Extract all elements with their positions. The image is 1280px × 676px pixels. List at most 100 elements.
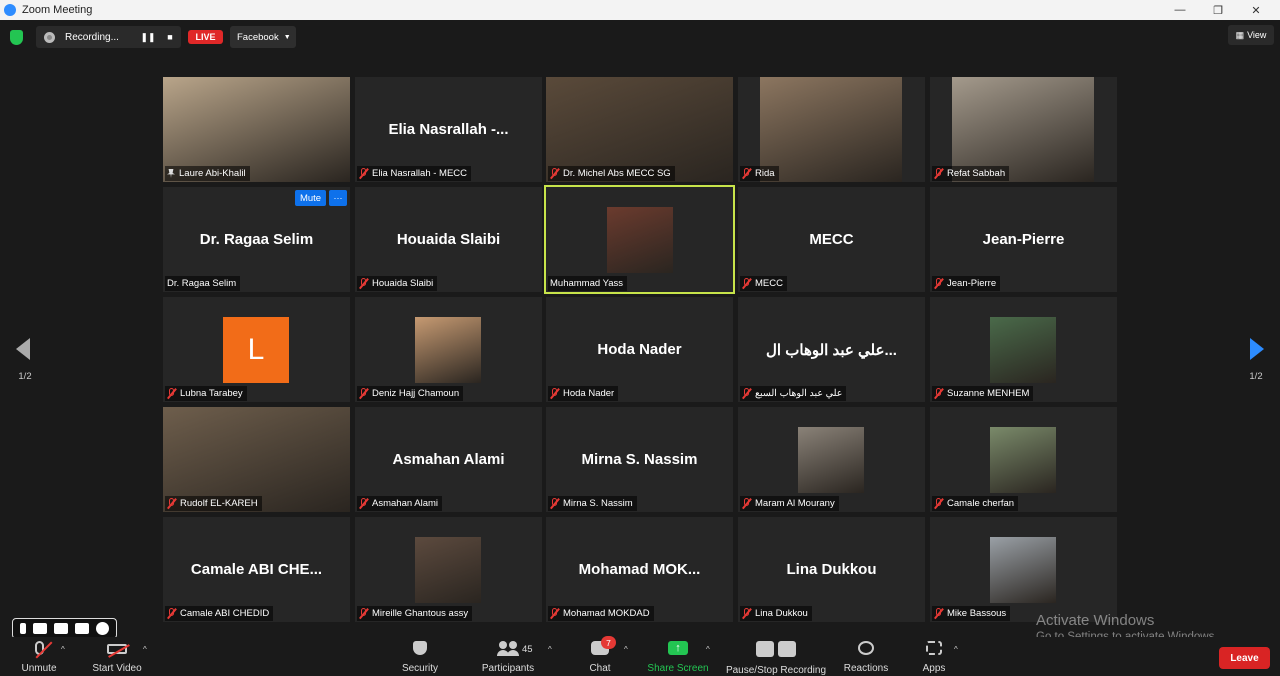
- stop-recording-icon[interactable]: ■: [163, 30, 177, 44]
- gear-icon[interactable]: [96, 622, 110, 635]
- security-shield-icon[interactable]: [10, 30, 23, 45]
- more-options-button[interactable]: ···: [329, 190, 347, 206]
- microphone-muted-icon: [359, 388, 368, 399]
- participant-name-label: Camale ABI CHEDID: [165, 606, 274, 621]
- view-button[interactable]: ▦ View: [1228, 25, 1274, 45]
- participant-video-image: [607, 207, 673, 273]
- participant-name-label: Dr. Ragaa Selim: [165, 276, 241, 291]
- participant-tile[interactable]: Mike Bassous: [930, 517, 1117, 622]
- pause-stop-recording-button[interactable]: Pause/Stop Recording: [724, 637, 828, 676]
- microphone-muted-icon: [550, 498, 559, 509]
- participant-tile[interactable]: Rida: [738, 77, 925, 182]
- chat-options-caret[interactable]: ^: [624, 645, 628, 654]
- participant-name-label: Suzanne MENHEM: [932, 386, 1034, 401]
- snapshot-camera-icon[interactable]: [32, 623, 47, 634]
- pause-recording-icon[interactable]: ❚❚: [140, 30, 155, 44]
- participant-tile[interactable]: Asmahan Alami Asmahan Alami: [355, 407, 542, 512]
- microphone-muted-icon: [934, 388, 943, 399]
- participant-name-label: Maram Al Mourany: [740, 496, 839, 511]
- participant-tile[interactable]: L Lubna Tarabey: [163, 297, 350, 402]
- participant-video-image: [990, 537, 1056, 603]
- video-icon[interactable]: [53, 623, 68, 634]
- participant-name-text: Laure Abi-Khalil: [179, 168, 246, 179]
- pin-icon: [167, 169, 175, 178]
- participant-name-label: Asmahan Alami: [357, 496, 443, 511]
- participant-avatar: L: [223, 317, 289, 383]
- zoom-app-icon: [4, 4, 16, 16]
- participant-name-label: Jean-Pierre: [932, 276, 1001, 291]
- participants-button[interactable]: Participants: [478, 637, 538, 674]
- participant-tile[interactable]: Muhammad Yass: [544, 185, 735, 294]
- participants-icon: [497, 641, 519, 656]
- participant-tile[interactable]: Camale cherfan: [930, 407, 1117, 512]
- microphone-muted-icon: [550, 608, 559, 619]
- participant-video-image: [990, 317, 1056, 383]
- microphone-muted-icon: [550, 168, 559, 179]
- participant-video-image: [990, 427, 1056, 493]
- participant-name-label: Mike Bassous: [932, 606, 1011, 621]
- participant-tile[interactable]: Mohamad MOK... Mohamad MOKDAD: [546, 517, 733, 622]
- share-screen-button[interactable]: ↑ Share Screen: [646, 637, 710, 674]
- start-video-button[interactable]: Start Video: [88, 637, 146, 674]
- participant-tile[interactable]: Houaida Slaibi Houaida Slaibi: [355, 187, 542, 292]
- annotate-icon[interactable]: [19, 623, 26, 634]
- participants-count: 45: [522, 644, 533, 655]
- share-options-caret[interactable]: ^: [706, 645, 710, 654]
- participant-tile[interactable]: Maram Al Mourany: [738, 407, 925, 512]
- participant-tile[interactable]: Deniz Hajj Chamoun: [355, 297, 542, 402]
- participant-tile[interactable]: Camale ABI CHE... Camale ABI CHEDID: [163, 517, 350, 622]
- participant-tile[interactable]: Mireille Ghantous assy: [355, 517, 542, 622]
- participant-video-image: [415, 317, 481, 383]
- view-label: View: [1247, 30, 1267, 40]
- floating-recording-tools: [12, 618, 117, 639]
- reactions-button[interactable]: Reactions: [842, 637, 890, 674]
- unmute-button[interactable]: Unmute: [18, 637, 60, 674]
- microphone-muted-icon: [742, 278, 751, 289]
- participant-name-text: Dr. Ragaa Selim: [167, 278, 237, 289]
- close-window-button[interactable]: ✕: [1238, 0, 1274, 20]
- audio-options-caret[interactable]: ^: [61, 645, 65, 654]
- chat-label: Chat: [589, 663, 611, 674]
- apps-options-caret[interactable]: ^: [954, 645, 958, 654]
- grid-view-icon: ▦: [1235, 29, 1245, 40]
- live-badge[interactable]: LIVE: [188, 30, 223, 44]
- microphone-muted-icon: [167, 498, 176, 509]
- next-page-arrow-icon[interactable]: [1250, 338, 1264, 360]
- whiteboard-icon[interactable]: [75, 623, 90, 634]
- page-indicator-right: 1/2: [1249, 371, 1263, 382]
- participant-tile[interactable]: MECC MECC: [738, 187, 925, 292]
- participant-name-text: Dr. Michel Abs MECC SG: [563, 168, 671, 179]
- microphone-muted-icon: [934, 498, 943, 509]
- participant-tile[interactable]: Dr. Ragaa Selim Dr. Ragaa Selim Mute ···: [163, 187, 350, 292]
- participant-tile[interactable]: Suzanne MENHEM: [930, 297, 1117, 402]
- participant-tile[interactable]: Mirna S. Nassim Mirna S. Nassim: [546, 407, 733, 512]
- participant-name-text: Lina Dukkou: [755, 608, 808, 619]
- start-video-label: Start Video: [92, 663, 142, 674]
- mute-participant-button[interactable]: Mute: [295, 190, 326, 206]
- leave-button[interactable]: Leave: [1219, 647, 1270, 669]
- restore-button[interactable]: ❐: [1200, 0, 1236, 20]
- participant-tile[interactable]: Refat Sabbah: [930, 77, 1117, 182]
- chat-button[interactable]: 7 Chat: [586, 636, 616, 674]
- participant-name-text: Deniz Hajj Chamoun: [372, 388, 460, 399]
- participant-tile[interactable]: Laure Abi-Khalil: [163, 77, 350, 182]
- microphone-muted-icon: [359, 498, 368, 509]
- video-options-caret[interactable]: ^: [143, 645, 147, 654]
- participants-options-caret[interactable]: ^: [548, 645, 552, 654]
- participant-name-text: Lubna Tarabey: [180, 388, 243, 399]
- participant-tile[interactable]: Jean-Pierre Jean-Pierre: [930, 187, 1117, 292]
- participant-tile[interactable]: Dr. Michel Abs MECC SG: [546, 77, 733, 182]
- minimize-button[interactable]: —: [1162, 0, 1198, 20]
- participant-tile[interactable]: Rudolf EL-KAREH: [163, 407, 350, 512]
- microphone-muted-icon: [167, 388, 176, 399]
- participant-tile[interactable]: Lina Dukkou Lina Dukkou: [738, 517, 925, 622]
- microphone-muted-icon: [359, 278, 368, 289]
- stream-target-dropdown[interactable]: Facebook ▼: [230, 26, 296, 48]
- participant-tile[interactable]: Elia Nasrallah -... Elia Nasrallah - MECC: [355, 77, 542, 182]
- participant-name-text: Rudolf EL-KAREH: [180, 498, 258, 509]
- security-button[interactable]: Security: [398, 637, 442, 674]
- participant-tile[interactable]: علي عبد الوهاب ال... علي عبد الوهاب السبع: [738, 297, 925, 402]
- previous-page-arrow-icon[interactable]: [16, 338, 30, 360]
- apps-button[interactable]: Apps: [920, 637, 948, 674]
- participant-tile[interactable]: Hoda Nader Hoda Nader: [546, 297, 733, 402]
